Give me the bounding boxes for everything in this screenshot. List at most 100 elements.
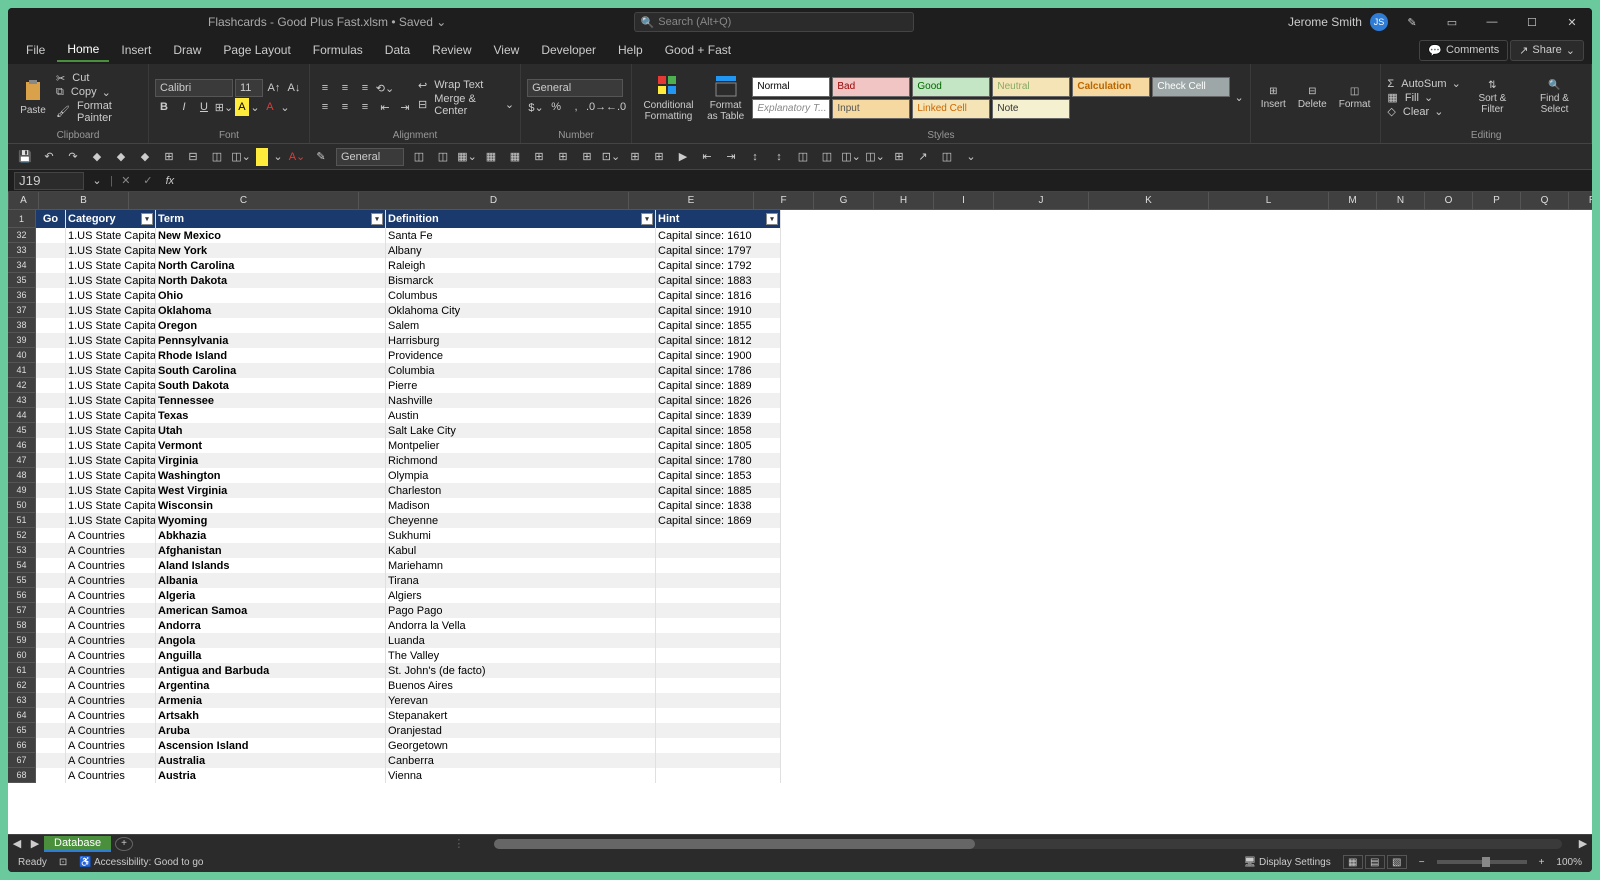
tab-data[interactable]: Data [375,39,420,61]
cell-category[interactable]: 1.US State Capitals [66,453,156,468]
cell-term[interactable]: Pennsylvania [156,333,386,348]
name-box-dropdown[interactable]: ⌄ [88,172,106,190]
cell-term[interactable]: Vermont [156,438,386,453]
row-header-33[interactable]: 33 [8,243,36,258]
col-header-D[interactable]: D [359,192,629,209]
cell-definition[interactable]: Salt Lake City [386,423,656,438]
format-as-table-button[interactable]: Format as Table [703,72,749,124]
cell-term[interactable]: Algeria [156,588,386,603]
qa-button-29[interactable]: ⊞ [890,148,908,166]
cell[interactable] [36,633,66,648]
qa-format-select[interactable] [336,148,404,166]
row-header-48[interactable]: 48 [8,468,36,483]
sheet-nav-prev[interactable]: ◀ [8,837,26,850]
style-explanatory[interactable]: Explanatory T... [752,99,830,119]
decrease-font-button[interactable]: A↓ [285,79,303,97]
cell[interactable] [36,318,66,333]
qa-button-19[interactable]: ⊞ [650,148,668,166]
cell-term[interactable]: Oklahoma [156,303,386,318]
cell-term[interactable]: Australia [156,753,386,768]
qa-button-5[interactable]: ⊟ [184,148,202,166]
row-header-46[interactable]: 46 [8,438,36,453]
row-header-63[interactable]: 63 [8,693,36,708]
cell[interactable] [36,528,66,543]
row-header-1[interactable]: 1 [8,210,36,228]
cell-definition[interactable]: Vienna [386,768,656,783]
align-right-button[interactable]: ≡ [356,98,374,116]
col-header-R[interactable]: R [1569,192,1592,209]
qa-fill-dropdown[interactable]: ⌄ [274,148,282,166]
tab-insert[interactable]: Insert [111,39,161,61]
align-left-button[interactable]: ≡ [316,98,334,116]
qa-button-25[interactable]: ◫ [794,148,812,166]
cell-category[interactable]: 1.US State Capitals [66,408,156,423]
cell-hint[interactable]: Capital since: 1853 [656,468,781,483]
zoom-out-button[interactable]: − [1419,857,1425,868]
row-header-39[interactable]: 39 [8,333,36,348]
cell[interactable] [36,438,66,453]
cell[interactable] [36,453,66,468]
cell-category[interactable]: 1.US State Capitals [66,513,156,528]
decrease-decimal-button[interactable]: ←.0 [607,98,625,116]
header-category[interactable]: Category▾ [66,210,156,228]
col-header-P[interactable]: P [1473,192,1521,209]
borders-button[interactable]: ⊞⌄ [215,98,233,116]
fill-color-dropdown[interactable]: ⌄ [251,98,259,116]
undo-button[interactable]: ↶ [40,148,58,166]
cell-category[interactable]: A Countries [66,633,156,648]
cell-term[interactable]: Wisconsin [156,498,386,513]
qa-button-14[interactable]: ⊞ [530,148,548,166]
row-header-34[interactable]: 34 [8,258,36,273]
row-header-61[interactable]: 61 [8,663,36,678]
header-hint[interactable]: Hint▾ [656,210,781,228]
col-header-B[interactable]: B [39,192,129,209]
cell[interactable] [36,708,66,723]
cell-hint[interactable]: Capital since: 1780 [656,453,781,468]
col-header-L[interactable]: L [1209,192,1329,209]
cell[interactable] [36,303,66,318]
cell-term[interactable]: Utah [156,423,386,438]
row-header-36[interactable]: 36 [8,288,36,303]
qa-button-21[interactable]: ⇤ [698,148,716,166]
tab-custom[interactable]: Good + Fast [655,39,741,61]
qa-button-3[interactable]: ◆ [136,148,154,166]
cut-button[interactable]: ✂ Cut [56,72,142,85]
tab-developer[interactable]: Developer [531,39,606,61]
cell-category[interactable]: 1.US State Capitals [66,258,156,273]
qa-button-2[interactable]: ◆ [112,148,130,166]
cell-definition[interactable]: Harrisburg [386,333,656,348]
cell-category[interactable]: A Countries [66,693,156,708]
cell-hint[interactable] [656,543,781,558]
cell[interactable] [36,543,66,558]
cell-category[interactable]: A Countries [66,603,156,618]
cell-category[interactable]: 1.US State Capitals [66,393,156,408]
accounting-button[interactable]: $⌄ [527,98,545,116]
row-header-67[interactable]: 67 [8,753,36,768]
close-button[interactable]: ✕ [1556,8,1588,36]
clear-button[interactable]: ◇ Clear ⌄ [1387,105,1460,118]
merge-center-button[interactable]: ⊟ Merge & Center ⌄ [418,93,514,117]
row-header-53[interactable]: 53 [8,543,36,558]
copy-button[interactable]: ⧉ Copy ⌄ [56,86,142,99]
cell-hint[interactable]: Capital since: 1812 [656,333,781,348]
cell-hint[interactable]: Capital since: 1816 [656,288,781,303]
row-header-42[interactable]: 42 [8,378,36,393]
cell-term[interactable]: Ascension Island [156,738,386,753]
hscroll-thumb[interactable] [494,839,974,849]
cell[interactable] [36,573,66,588]
align-center-button[interactable]: ≡ [336,98,354,116]
cell-category[interactable]: A Countries [66,528,156,543]
cell-category[interactable]: 1.US State Capitals [66,423,156,438]
cell[interactable] [36,753,66,768]
qa-more-button[interactable]: ⌄ [962,148,980,166]
cell-hint[interactable] [656,603,781,618]
font-name-select[interactable] [155,79,233,97]
cell-term[interactable]: Albania [156,573,386,588]
cell-definition[interactable]: Montpelier [386,438,656,453]
cell-term[interactable]: Aland Islands [156,558,386,573]
cell-definition[interactable]: Nashville [386,393,656,408]
cell-term[interactable]: South Dakota [156,378,386,393]
qa-button-4[interactable]: ⊞ [160,148,178,166]
cell-definition[interactable]: Kabul [386,543,656,558]
cancel-formula-button[interactable]: ✕ [117,172,135,190]
